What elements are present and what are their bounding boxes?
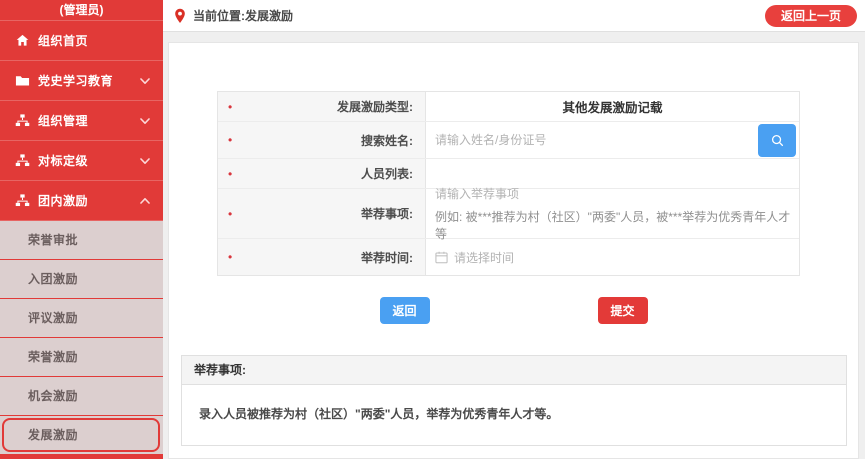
form-value-cell: 其他发展激励记载	[426, 92, 799, 121]
form-label-cell: • 人员列表:	[218, 159, 426, 188]
sitemap-icon	[15, 193, 30, 208]
submit-button[interactable]: 提交	[598, 297, 648, 324]
sidebar-item-league-incentive[interactable]: 团内激励	[0, 181, 163, 221]
submenu-item-honor-incentive[interactable]: 荣誉激励	[0, 338, 163, 377]
chevron-down-icon	[139, 115, 151, 127]
search-icon	[770, 133, 785, 148]
required-asterisk: •	[228, 251, 232, 263]
form-row-recommend-time: • 举荐时间: 请选择时间	[218, 239, 799, 275]
sidebar-item-label: 对标定级	[38, 152, 139, 169]
required-asterisk: •	[228, 134, 232, 146]
form-row-recommend-item: • 举荐事项: 请输入举荐事项 例如: 被***推荐为村（社区）"两委"人员，被…	[218, 189, 799, 239]
back-button[interactable]: 返回	[380, 297, 430, 324]
development-incentive-form: • 发展激励类型: 其他发展激励记载 • 搜索姓名:	[217, 91, 800, 276]
sidebar-item-org-management[interactable]: 组织管理	[0, 101, 163, 141]
recommend-item-note-box: 举荐事项: 录入人员被推荐为村（社区）"两委"人员，举荐为优秀青年人才等。	[181, 355, 847, 446]
submenu-item-label: 荣誉激励	[28, 350, 78, 364]
breadcrumb: 当前位置:发展激励	[193, 7, 293, 24]
search-button[interactable]	[758, 124, 796, 157]
submenu-item-label: 入团激励	[28, 272, 78, 286]
form-label-cell: • 发展激励类型:	[218, 92, 426, 121]
field-label: 举荐事项:	[361, 205, 413, 222]
date-placeholder: 请选择时间	[454, 249, 514, 266]
submenu-item-review-incentive[interactable]: 评议激励	[0, 299, 163, 338]
required-asterisk: •	[228, 208, 232, 220]
sidebar-item-label: 组织首页	[38, 32, 151, 49]
search-name-input[interactable]	[426, 133, 799, 147]
main-panel: • 发展激励类型: 其他发展激励记载 • 搜索姓名:	[168, 42, 859, 459]
topbar: 当前位置:发展激励 返回上一页	[163, 0, 865, 32]
note-title: 举荐事项:	[182, 356, 846, 385]
submenu-item-join-league-incentive[interactable]: 入团激励	[0, 260, 163, 299]
note-body-text: 录入人员被推荐为村（社区）"两委"人员，举荐为优秀青年人才等。	[182, 385, 846, 445]
form-row-incentive-type: • 发展激励类型: 其他发展激励记载	[218, 92, 799, 122]
form-label-cell: • 搜索姓名:	[218, 122, 426, 158]
form-value-cell	[426, 122, 799, 158]
recommend-time-date-picker[interactable]: 请选择时间	[426, 249, 514, 266]
home-icon	[15, 33, 30, 48]
sitemap-icon	[15, 113, 30, 128]
incentive-type-value: 其他发展激励记载	[426, 97, 799, 116]
form-value-cell: 请选择时间	[426, 239, 799, 275]
chevron-up-icon	[139, 195, 151, 207]
form-value-cell: 请输入举荐事项 例如: 被***推荐为村（社区）"两委"人员，被***举荐为优秀…	[426, 189, 799, 238]
sidebar-item-label: 团内激励	[38, 192, 139, 209]
recommend-item-textarea[interactable]: 请输入举荐事项	[435, 185, 519, 202]
chevron-down-icon	[139, 75, 151, 87]
sidebar-item-benchmark-rating[interactable]: 对标定级	[0, 141, 163, 181]
calendar-icon	[435, 251, 448, 264]
submenu-item-label: 荣誉审批	[28, 233, 78, 247]
sidebar: (管理员) 组织首页 党史学习教育 组织管理 对标定级	[0, 0, 163, 459]
person-list-value-cell	[426, 159, 799, 188]
sidebar-item-party-history-study[interactable]: 党史学习教育	[0, 61, 163, 101]
folder-icon	[15, 73, 30, 88]
field-label: 发展激励类型:	[337, 98, 413, 115]
required-asterisk: •	[228, 168, 232, 180]
submenu-item-label: 评议激励	[28, 311, 78, 325]
location-pin-icon	[173, 8, 187, 24]
admin-role-label: (管理员)	[0, 0, 163, 21]
sidebar-item-label: 组织管理	[38, 112, 139, 129]
field-label: 搜索姓名:	[361, 132, 413, 149]
field-label: 举荐时间:	[361, 249, 413, 266]
submenu-item-opportunity-incentive[interactable]: 机会激励	[0, 377, 163, 416]
submenu-item-development-incentive[interactable]: 发展激励	[0, 416, 163, 455]
submenu-item-label: 机会激励	[28, 389, 78, 403]
sidebar-submenu: 荣誉审批 入团激励 评议激励 荣誉激励 机会激励 发展激励	[0, 221, 163, 455]
field-label: 人员列表:	[361, 165, 413, 182]
form-actions: 返回 提交	[169, 297, 858, 324]
recommend-item-example-hint: 例如: 被***推荐为村（社区）"两委"人员，被***举荐为优秀青年人才等	[435, 208, 799, 242]
form-label-cell: • 举荐事项:	[218, 189, 426, 238]
chevron-down-icon	[139, 155, 151, 167]
form-row-search-name: • 搜索姓名:	[218, 122, 799, 159]
required-asterisk: •	[228, 101, 232, 113]
return-previous-page-button[interactable]: 返回上一页	[765, 5, 857, 27]
sidebar-item-label: 党史学习教育	[38, 72, 139, 89]
submenu-item-honor-approval[interactable]: 荣誉审批	[0, 221, 163, 260]
sitemap-icon	[15, 153, 30, 168]
selected-item-highlight	[2, 418, 160, 452]
submenu-item-label: 发展激励	[28, 428, 78, 442]
sidebar-item-org-home[interactable]: 组织首页	[0, 21, 163, 61]
form-label-cell: • 举荐时间:	[218, 239, 426, 275]
